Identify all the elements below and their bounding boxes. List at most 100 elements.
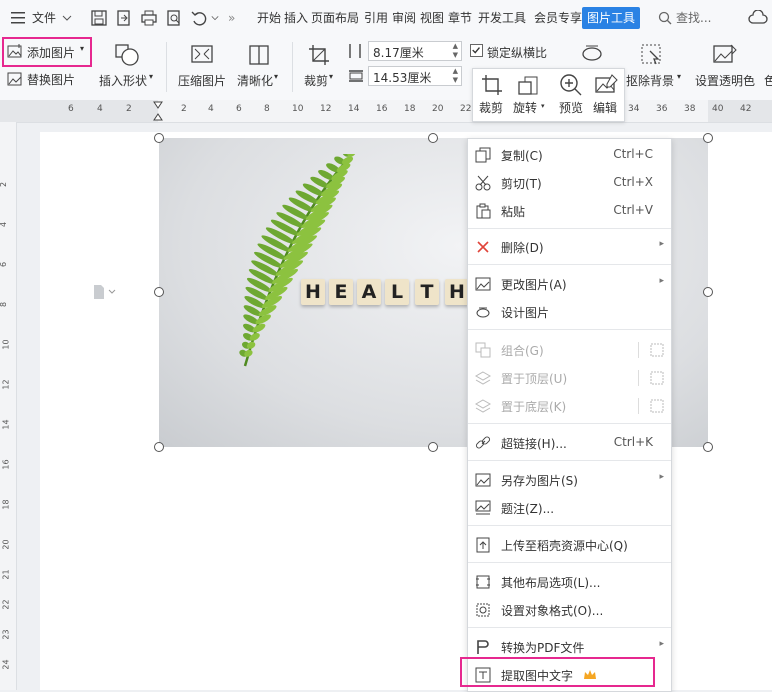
hamburger-menu-icon[interactable] — [10, 11, 26, 25]
resize-handle[interactable] — [703, 442, 713, 452]
crop-icon — [309, 45, 329, 65]
spinner-icon[interactable]: ▲ ▼ — [453, 67, 458, 85]
chevron-down-icon[interactable] — [62, 14, 72, 22]
paragraph-handle-icon[interactable] — [93, 284, 117, 300]
context-menu-item[interactable]: 复制(C) Ctrl+C — [468, 141, 671, 169]
indent-marker-icon[interactable] — [153, 101, 163, 121]
submenu-arrow-icon: ▸ — [659, 239, 664, 249]
context-menu-item[interactable]: 另存为图片(S) ▸ — [468, 466, 671, 494]
search-field[interactable]: 查找... — [676, 0, 711, 36]
ruler-tick-label: 24 — [1, 659, 11, 670]
tab-developer[interactable]: 开发工具 — [478, 0, 526, 36]
context-menu-item[interactable]: 删除(D) ▸ — [468, 233, 671, 261]
file-menu[interactable]: 文件 — [32, 0, 56, 36]
remove-background-button[interactable]: 抠除背景 — [626, 72, 674, 89]
sharpen-dropdown[interactable]: ▾ — [274, 72, 278, 81]
edit-picture-icon[interactable] — [594, 74, 618, 96]
chevron-down-icon[interactable] — [211, 14, 219, 22]
add-picture-icon — [7, 44, 22, 58]
context-menu-label: 剪切(T) — [501, 177, 542, 191]
width-value: 8.17厘米 — [373, 46, 424, 60]
resize-handle[interactable] — [703, 287, 713, 297]
height-icon — [349, 70, 363, 82]
print-preview-icon[interactable] — [165, 9, 183, 27]
rotate-dropdown[interactable]: ▾ — [541, 102, 545, 110]
context-menu-item[interactable]: 其他布局选项(L)... — [468, 568, 671, 596]
design-picture-icon — [476, 307, 490, 318]
crop-dropdown[interactable]: ▾ — [329, 72, 333, 81]
ruler-tick-label: 40 — [712, 104, 724, 114]
context-menu-item[interactable]: 上传至稻壳资源中心(Q) — [468, 531, 671, 559]
resize-handle[interactable] — [428, 133, 438, 143]
secondary-separator — [638, 342, 639, 358]
fern-leaf-image — [239, 154, 356, 367]
tab-page-layout[interactable]: 页面布局 — [311, 0, 359, 36]
context-menu-label: 设置对象格式(O)... — [501, 604, 604, 618]
quick-preview-button[interactable]: 预览 — [559, 99, 583, 116]
tab-references[interactable]: 引用 — [364, 0, 388, 36]
ruler-tick-label: 6 — [236, 104, 242, 114]
context-menu-item: 置于顶层(U) — [468, 364, 671, 392]
hyperlink-icon — [475, 436, 491, 449]
quick-crop-button[interactable]: 裁剪 — [479, 99, 503, 116]
replace-picture-button[interactable]: 替换图片 — [27, 71, 75, 88]
ruler-tick-label: 22 — [1, 599, 11, 610]
spinner-icon[interactable]: ▲ ▼ — [453, 42, 458, 60]
cut-icon — [475, 175, 491, 191]
resize-handle[interactable] — [154, 133, 164, 143]
resize-handle[interactable] — [703, 133, 713, 143]
horizontal-ruler[interactable]: 6422468101214161820222426283032343638404… — [0, 100, 772, 123]
context-menu-item[interactable]: 更改图片(A) ▸ — [468, 270, 671, 298]
context-menu-item[interactable]: 设计图片 — [468, 298, 671, 326]
remove-background-dropdown[interactable]: ▾ — [677, 72, 681, 81]
context-menu-item[interactable]: 剪切(T) Ctrl+X — [468, 169, 671, 197]
context-menu-item[interactable]: 超链接(H)... Ctrl+K — [468, 429, 671, 457]
export-icon[interactable] — [115, 9, 133, 27]
tab-membership[interactable]: 会员专享 — [534, 0, 582, 36]
more-icon[interactable]: » — [228, 0, 235, 36]
insert-shape-dropdown[interactable]: ▾ — [149, 72, 153, 81]
ruler-tick-label: 4 — [0, 222, 8, 227]
context-menu-item[interactable]: 设置对象格式(O)... — [468, 596, 671, 624]
menu-separator — [468, 627, 671, 628]
checkmark-icon — [472, 47, 480, 54]
context-menu-item[interactable]: 粘贴 Ctrl+V — [468, 197, 671, 225]
tab-insert[interactable]: 插入 — [284, 0, 308, 36]
context-menu-label: 置于顶层(U) — [501, 372, 568, 386]
search-icon[interactable] — [658, 11, 672, 25]
cloud-sync-icon[interactable] — [748, 10, 768, 26]
tab-chapter[interactable]: 章节 — [448, 0, 472, 36]
tab-review[interactable]: 审阅 — [392, 0, 416, 36]
ribbon-separator — [166, 42, 167, 92]
crop-icon[interactable] — [481, 74, 503, 96]
save-icon[interactable] — [90, 9, 108, 27]
resize-handle[interactable] — [428, 442, 438, 452]
context-menu-item[interactable]: 题注(Z)... — [468, 494, 671, 522]
tab-view[interactable]: 视图 — [420, 0, 444, 36]
tab-picture-tools[interactable]: 图片工具 — [582, 7, 641, 29]
tab-home[interactable]: 开始 — [257, 0, 281, 36]
vertical-ruler[interactable]: 246810121416182021222324 — [0, 122, 17, 690]
quick-edit-button[interactable]: 编辑 — [593, 99, 617, 116]
width-input[interactable]: 8.17厘米 ▲ ▼ — [368, 41, 462, 61]
rotate-icon[interactable] — [517, 74, 541, 96]
add-picture-button[interactable]: 添加图片 — [27, 44, 75, 61]
set-transparent-button[interactable]: 设置透明色 — [695, 72, 755, 89]
quick-rotate-button[interactable]: 旋转 — [513, 99, 537, 116]
undo-icon[interactable] — [190, 9, 208, 27]
lock-ratio-label[interactable]: 锁定纵横比 — [487, 44, 547, 61]
resize-handle[interactable] — [154, 442, 164, 452]
sharpen-button[interactable]: 清晰化 — [237, 72, 273, 89]
compress-picture-button[interactable]: 压缩图片 — [178, 72, 226, 89]
insert-shape-button[interactable]: 插入形状 — [99, 72, 147, 89]
ruler-tick-label: 21 — [1, 569, 11, 580]
pdf-icon — [477, 640, 489, 654]
preview-zoom-icon[interactable] — [559, 73, 583, 97]
truncated-ribbon-item[interactable]: 色 — [764, 72, 772, 89]
print-icon[interactable] — [140, 9, 158, 27]
crop-button[interactable]: 裁剪 — [304, 72, 328, 89]
add-picture-dropdown[interactable]: ▾ — [80, 44, 84, 53]
resize-handle[interactable] — [154, 287, 164, 297]
lock-ratio-checkbox[interactable] — [470, 44, 483, 57]
height-input[interactable]: 14.53厘米 ▲ ▼ — [368, 66, 462, 86]
